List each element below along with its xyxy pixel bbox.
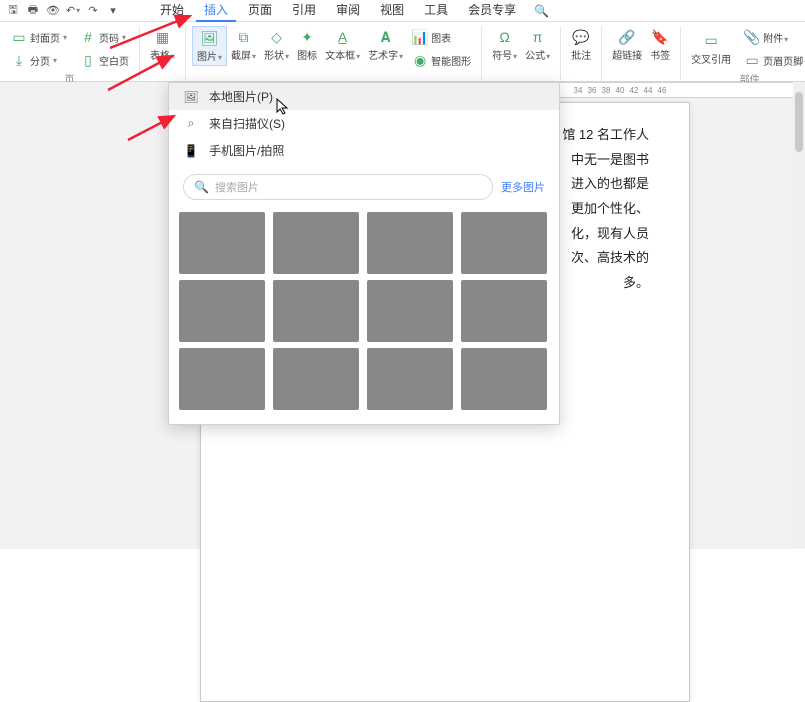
search-row: 🔍 搜索图片 更多图片: [169, 164, 559, 208]
image-icon: 🖼: [201, 29, 219, 47]
wordart-button[interactable]: 𝐀艺术字▾: [364, 26, 407, 64]
ribbon-group-symbols: Ω符号▾ π公式▾: [482, 26, 561, 82]
redo-icon[interactable]: ↷: [84, 2, 102, 20]
image-search-input[interactable]: 🔍 搜索图片: [183, 174, 493, 200]
stock-image-thumb[interactable]: [367, 280, 453, 342]
cover-icon: ▭: [10, 28, 28, 46]
image-dropdown: 🖼 本地图片(P) ⌕ 来自扫描仪(S) 📱 手机图片/拍照 🔍 搜索图片 更多…: [168, 82, 560, 425]
header-button[interactable]: ▭页眉页脚▾: [739, 49, 805, 71]
tab-tools[interactable]: 工具: [416, 0, 456, 22]
tab-start[interactable]: 开始: [152, 0, 192, 22]
hyperlink-button[interactable]: 🔗超链接: [608, 26, 646, 64]
bookmark-icon: 🔖: [651, 28, 669, 46]
vertical-scrollbar[interactable]: [793, 82, 805, 549]
chart-button[interactable]: 📊图表: [407, 26, 475, 48]
stock-image-thumb[interactable]: [461, 348, 547, 410]
menu-scanner[interactable]: ⌕ 来自扫描仪(S): [169, 110, 559, 137]
shapes-button[interactable]: ◇形状▾: [260, 26, 293, 64]
textbox-button[interactable]: A̲文本框▾: [321, 26, 364, 64]
more-icon[interactable]: ▾: [104, 2, 122, 20]
image-grid: [169, 208, 559, 424]
comment-button[interactable]: 💬批注: [567, 26, 595, 64]
textbox-icon: A̲: [334, 28, 352, 46]
crossref-icon: ▭: [702, 32, 720, 50]
smart-button[interactable]: ◉智能图形: [407, 49, 475, 71]
tab-member[interactable]: 会员专享: [460, 0, 524, 22]
menu-tabs: 开始 插入 页面 引用 审阅 视图 工具 会员专享: [152, 0, 524, 22]
menu-local-image[interactable]: 🖼 本地图片(P): [169, 83, 559, 110]
attachment-button[interactable]: 📎附件▾: [739, 26, 805, 48]
formula-button[interactable]: π公式▾: [521, 26, 554, 64]
picture-icon: 🖼: [183, 89, 199, 105]
bookmark-button[interactable]: 🔖书签: [646, 26, 674, 64]
stock-image-thumb[interactable]: [461, 280, 547, 342]
stock-image-thumb[interactable]: [273, 348, 359, 410]
link-icon: 🔗: [618, 28, 636, 46]
stock-image-thumb[interactable]: [179, 280, 265, 342]
stock-image-thumb[interactable]: [461, 212, 547, 274]
icons-button[interactable]: ✦图标: [293, 26, 321, 64]
tab-view[interactable]: 视图: [372, 0, 412, 22]
stock-image-thumb[interactable]: [273, 280, 359, 342]
print-icon[interactable]: 🖶: [24, 2, 42, 20]
smart-icon: ◉: [411, 51, 429, 69]
ribbon-group-table: ▦表格▾: [140, 26, 186, 82]
save-icon[interactable]: 🖫: [4, 2, 22, 20]
icons-icon: ✦: [298, 28, 316, 46]
ribbon-group-page: ▭封面页▾ ⤓分页▾ #页码▾ ▯空白页 页: [0, 26, 140, 82]
chart-icon: 📊: [411, 28, 429, 46]
scroll-thumb[interactable]: [795, 92, 803, 152]
symbol-icon: Ω: [496, 28, 514, 46]
comment-icon: 💬: [572, 28, 590, 46]
ribbon-group-parts: ▭交叉引用 📎附件▾ ▭页眉页脚▾ 部件: [681, 26, 805, 82]
shapes-icon: ◇: [268, 28, 286, 46]
blank-button[interactable]: ▯空白页: [75, 49, 133, 71]
scanner-icon: ⌕: [183, 116, 199, 132]
tab-page[interactable]: 页面: [240, 0, 280, 22]
ribbon-group-illustrations: 🖼图片▾ ⧉截屏▾ ◇形状▾ ✦图标 A̲文本框▾ 𝐀艺术字▾ 📊图表 ◉智能图…: [186, 26, 482, 82]
wordart-icon: 𝐀: [377, 28, 395, 46]
stock-image-thumb[interactable]: [367, 348, 453, 410]
ribbon-group-links: 🔗超链接 🔖书签: [602, 26, 681, 82]
stock-image-thumb[interactable]: [273, 212, 359, 274]
cover-button[interactable]: ▭封面页▾: [6, 26, 71, 48]
symbol-button[interactable]: Ω符号▾: [488, 26, 521, 64]
ribbon-group-comment: 💬批注: [561, 26, 602, 82]
formula-icon: π: [529, 28, 547, 46]
title-bar: 🖫 🖶 👁 ↶▾ ↷ ▾ 开始 插入 页面 引用 审阅 视图 工具 会员专享 🔍: [0, 0, 805, 22]
preview-icon[interactable]: 👁: [44, 2, 62, 20]
table-button[interactable]: ▦表格▾: [146, 26, 179, 64]
pagebreak-button[interactable]: ⤓分页▾: [6, 49, 71, 71]
phone-icon: 📱: [183, 143, 199, 159]
pagebreak-icon: ⤓: [10, 51, 28, 69]
undo-icon[interactable]: ↶▾: [64, 2, 82, 20]
tab-review[interactable]: 审阅: [328, 0, 368, 22]
ribbon: ▭封面页▾ ⤓分页▾ #页码▾ ▯空白页 页 ▦表格▾ 🖼图片▾ ⧉截屏▾ ◇形…: [0, 22, 805, 82]
header-icon: ▭: [743, 51, 761, 69]
screenshot-icon: ⧉: [235, 28, 253, 46]
quick-access: 🖫 🖶 👁 ↶▾ ↷ ▾: [4, 2, 122, 20]
stock-image-thumb[interactable]: [179, 348, 265, 410]
image-button[interactable]: 🖼图片▾: [192, 26, 227, 66]
blank-icon: ▯: [79, 51, 97, 69]
menu-phone[interactable]: 📱 手机图片/拍照: [169, 137, 559, 164]
pagenum-icon: #: [79, 28, 97, 46]
crossref-button[interactable]: ▭交叉引用: [687, 30, 735, 68]
pagenum-button[interactable]: #页码▾: [75, 26, 133, 48]
stock-image-thumb[interactable]: [367, 212, 453, 274]
search-icon: 🔍: [194, 180, 209, 194]
more-images-link[interactable]: 更多图片: [501, 179, 545, 195]
screenshot-button[interactable]: ⧉截屏▾: [227, 26, 260, 64]
stock-image-thumb[interactable]: [179, 212, 265, 274]
table-icon: ▦: [154, 28, 172, 46]
tab-insert[interactable]: 插入: [196, 0, 236, 22]
paperclip-icon: 📎: [743, 28, 761, 46]
search-icon[interactable]: 🔍: [534, 4, 549, 18]
tab-reference[interactable]: 引用: [284, 0, 324, 22]
